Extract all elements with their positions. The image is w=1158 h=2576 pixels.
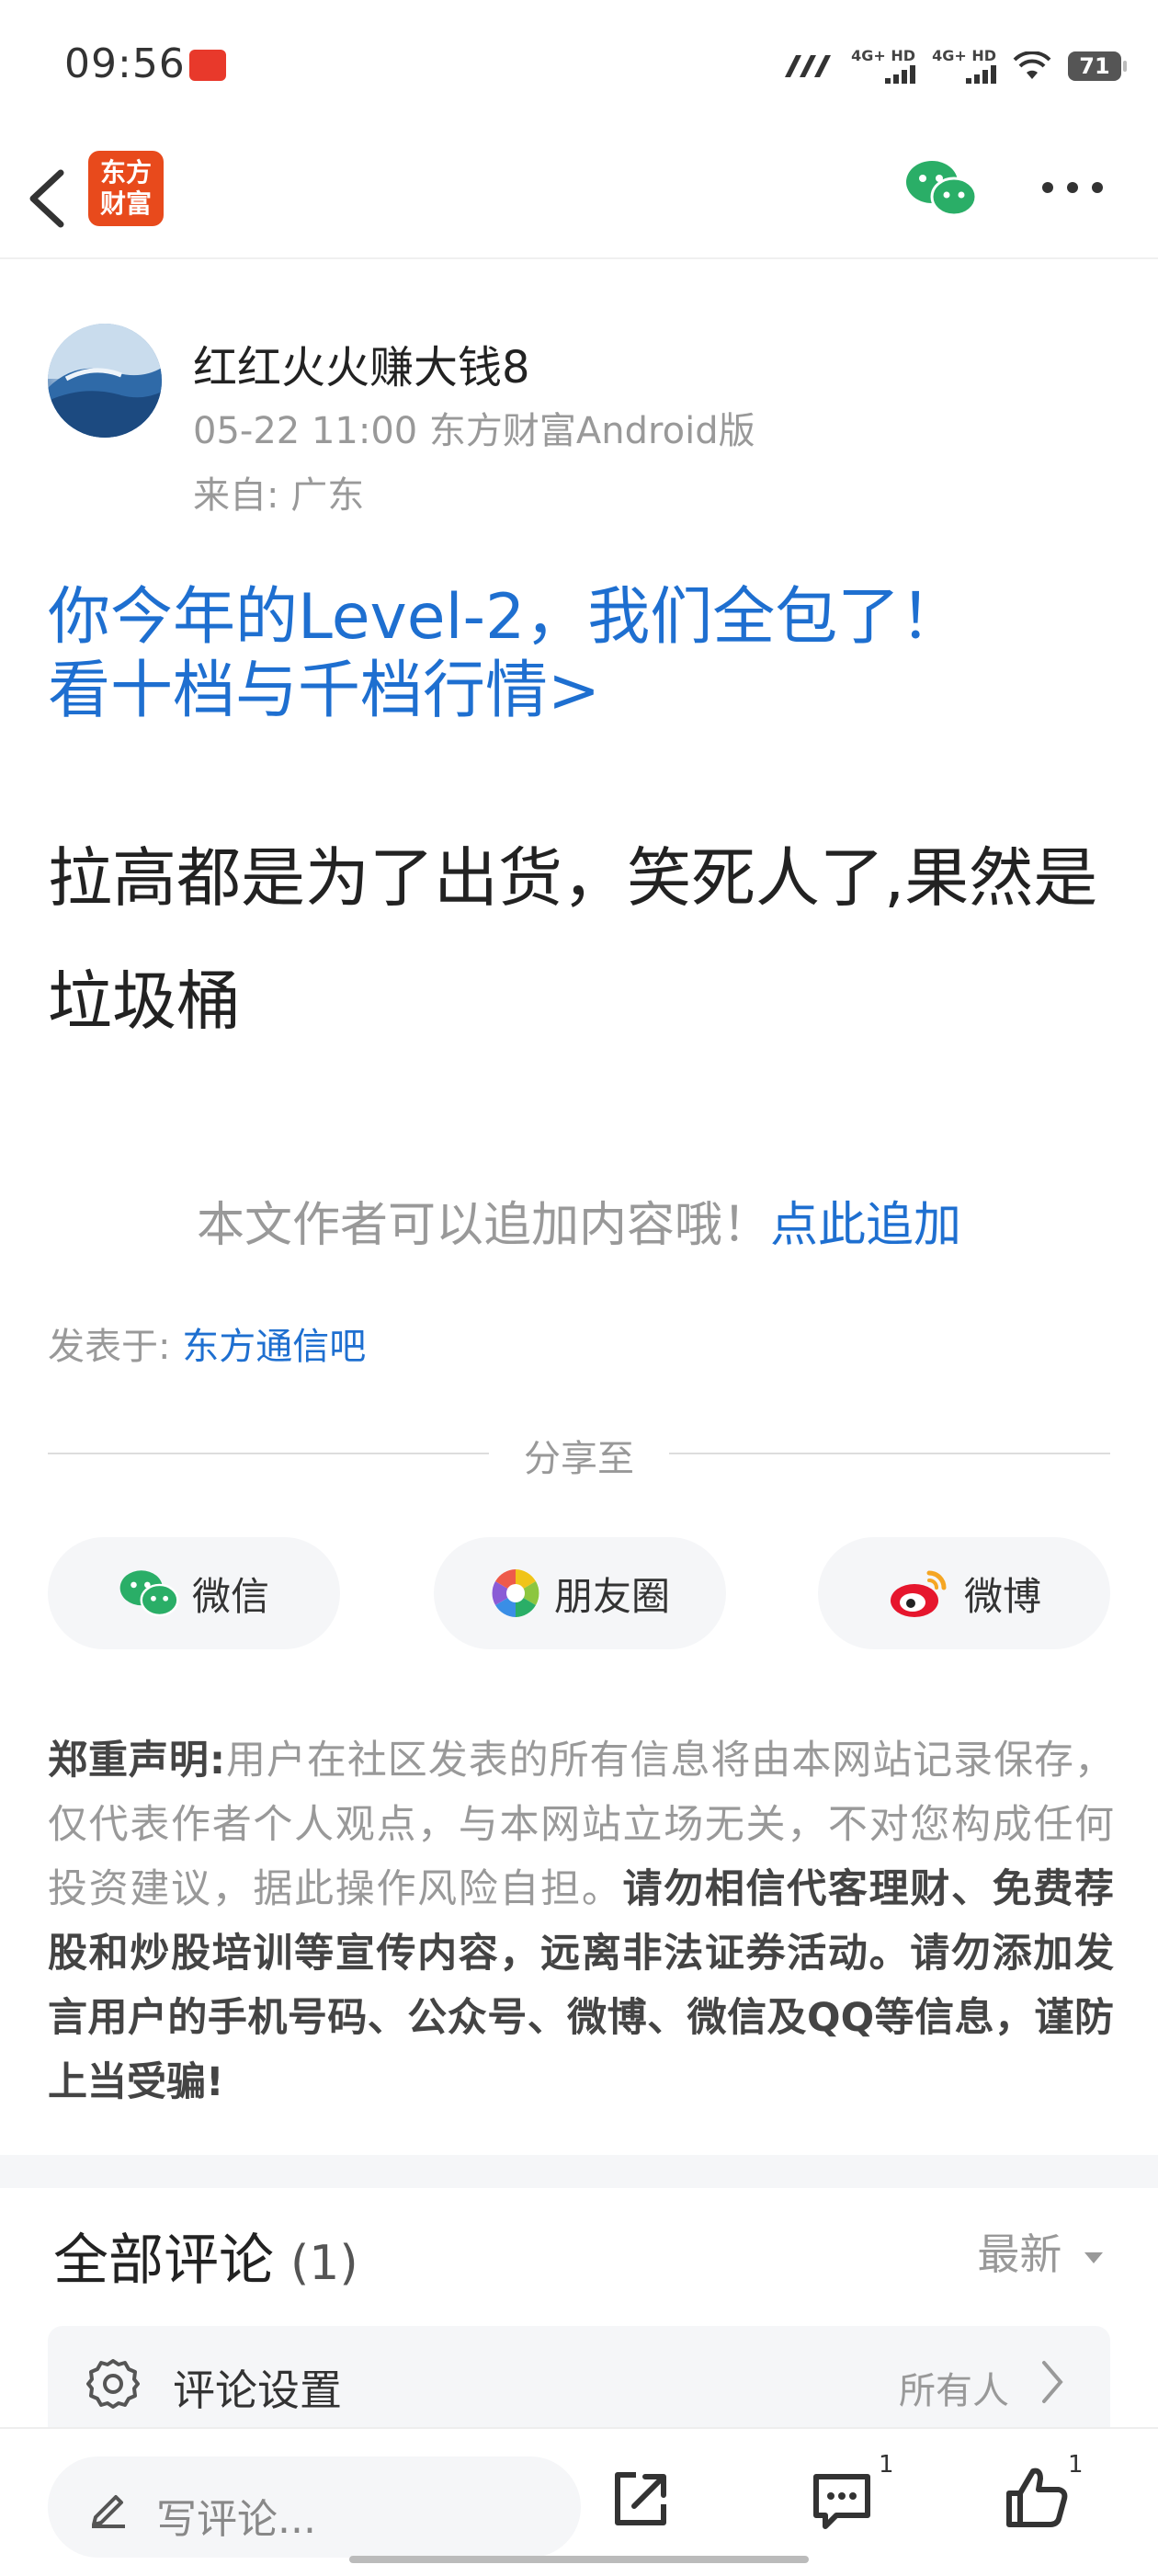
forum-link[interactable]: 东方通信吧 [182,1326,366,1368]
share-weibo-label: 微博 [963,1573,1041,1619]
comments-title: 全部评论 [53,2228,274,2293]
author-avatar[interactable] [48,324,162,438]
post-location: 来自: 广东 [193,474,365,517]
brand-logo-line1: 东方 [99,157,152,188]
wave-avatar-image [48,324,162,438]
wechat-icon [906,161,978,217]
taobao-notification-icon [189,50,226,81]
share-title: 分享至 [524,1438,634,1480]
post-meta: 05-22 11:00 东方财富Android版 [193,410,755,452]
comments-sort-button[interactable]: 最新 [977,2221,1105,2282]
comments-header: 全部评论 (1) [53,2216,358,2296]
comment-settings-label: 评论设置 [173,2365,342,2415]
signal-1: 4G+ HD [851,47,916,84]
posted-in: 发表于: 东方通信吧 [48,1316,366,1370]
comment-bubble-icon [813,2474,870,2529]
status-time: 09:56 [64,40,186,87]
wechat-icon [119,1570,179,1617]
comment-settings-row[interactable]: 评论设置 所有人 [48,2326,1110,2440]
level2-promo-link[interactable]: 你今年的Level-2，我们全包了！ 看十档与千档行情> [48,581,1114,728]
caret-down-icon [1084,2251,1103,2263]
home-indicator[interactable] [349,2556,809,2563]
gear-icon [86,2359,140,2409]
like-button[interactable]: 1 [1004,2451,1084,2536]
brand-logo[interactable]: 东方 财富 [88,151,164,226]
write-comment-placeholder: 写评论... [156,2496,316,2543]
pencil-icon [92,2495,125,2528]
comments-button[interactable]: 1 [809,2451,894,2537]
posted-in-label: 发表于: [48,1326,183,1368]
share-wechat-label: 微信 [191,1573,269,1619]
promo-line-1: 你今年的Level-2，我们全包了！ [48,581,963,654]
signal-2: 4G+ HD [932,49,996,84]
chevron-right-icon [1042,2361,1063,2403]
comments-count: (1) [290,2236,358,2291]
network-type-1: 4G+ HD [851,47,916,64]
post-body: 拉高都是为了出货，笑死人了,果然是垃圾桶 [48,840,1098,1039]
more-dot-icon [1067,182,1078,193]
battery-indicator: 71 [1068,51,1127,81]
append-link[interactable]: 点此追加 [770,1198,961,1253]
brand-logo-line2: 财富 [99,188,152,219]
share-button[interactable] [608,2468,673,2536]
comments-badge: 1 [879,2451,894,2479]
more-options-button[interactable] [1042,180,1103,195]
moments-icon [491,1569,539,1617]
share-moments-button[interactable]: 朋友圈 [434,1537,726,1649]
write-comment-input[interactable]: 写评论... [48,2456,581,2558]
disclaimer: 郑重声明:用户在社区发表的所有信息将由本网站记录保存，仅代表作者个人观点，与本网… [48,1728,1114,2114]
section-divider [0,2155,1158,2188]
more-dot-icon [1042,182,1053,193]
top-nav [0,138,1158,259]
network-type-2: 4G+ HD [932,47,996,64]
status-indicators: 4G+ HD 4G+ HD 71 [781,46,1127,86]
chevron-left-icon [29,169,64,228]
wifi-icon [1013,51,1051,79]
bottom-action-bar: 写评论... 1 1 [0,2427,1158,2576]
wechat-share-button[interactable] [904,158,978,222]
comment-settings-value: 所有人 [899,2370,1009,2412]
like-badge: 1 [1068,2451,1084,2479]
back-button[interactable] [20,156,75,239]
more-dot-icon [1092,182,1103,193]
nfc-icon [785,55,832,77]
share-icon [615,2472,666,2525]
promo-line-2: 看十档与千档行情> [48,655,600,727]
append-prompt: 本文作者可以追加内容哦！点此追加 [0,1186,1158,1255]
append-text: 本文作者可以追加内容哦！ [196,1198,770,1253]
author-name[interactable]: 红红火火赚大钱8 [193,331,530,395]
share-moments-label: 朋友圈 [553,1573,670,1619]
share-wechat-button[interactable]: 微信 [48,1537,340,1649]
thumbs-up-icon [1006,2468,1068,2527]
weibo-icon [890,1570,947,1617]
disclaimer-title: 郑重声明: [48,1738,226,1784]
share-weibo-button[interactable]: 微博 [818,1537,1110,1649]
sort-label: 最新 [977,2229,1062,2279]
